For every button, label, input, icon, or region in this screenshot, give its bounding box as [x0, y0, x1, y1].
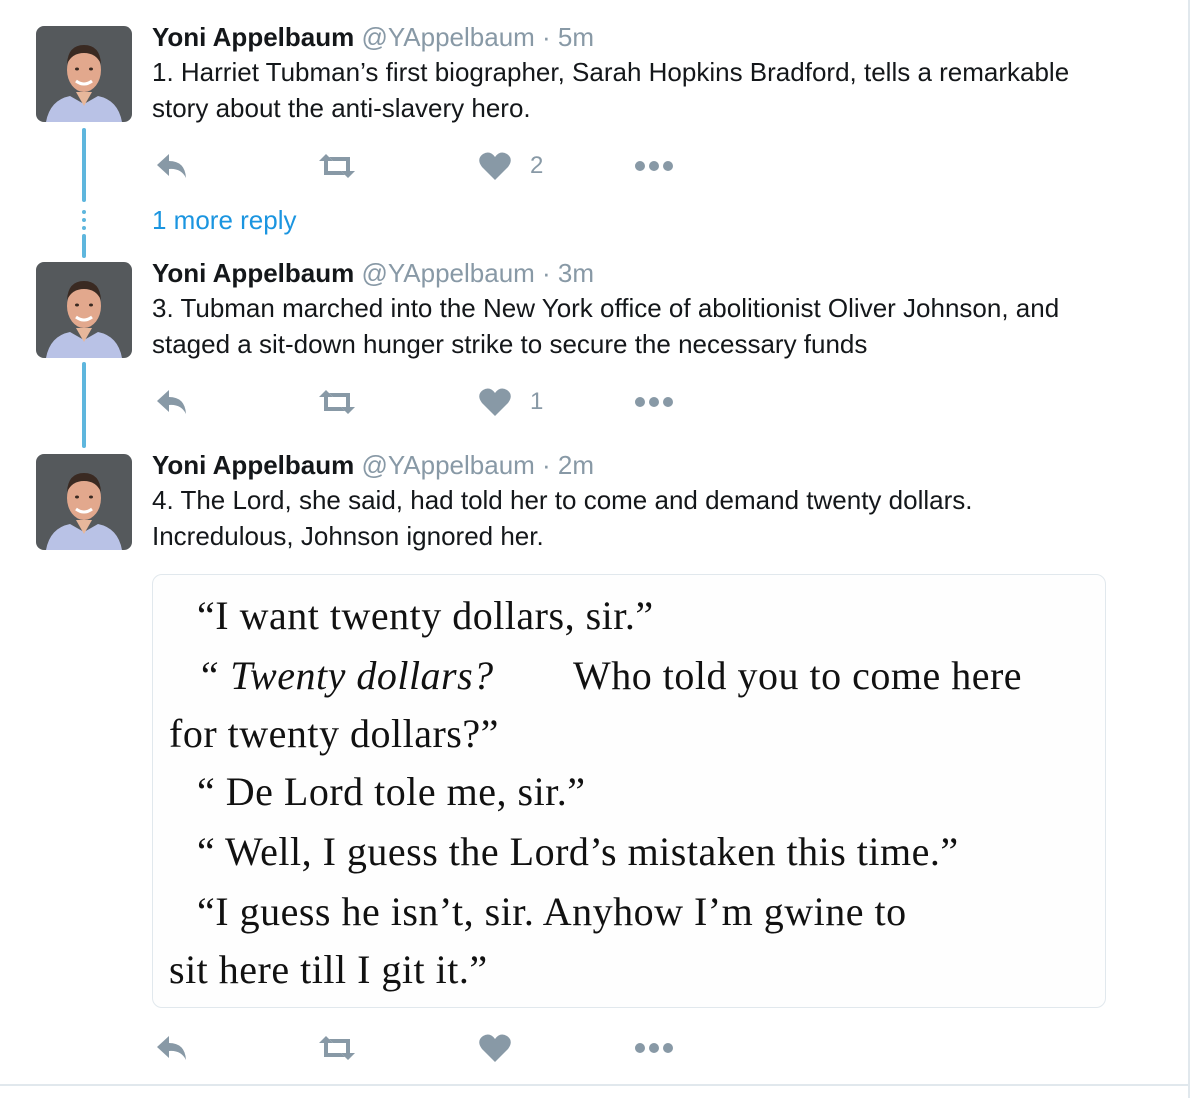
tweet-text: 4. The Lord, she said, had told her to c…	[152, 482, 1172, 554]
quote-line: sit here till I git it.”	[169, 947, 488, 992]
quote-line: “ De Lord tole me, sir.”	[197, 769, 586, 814]
heart-icon	[479, 152, 511, 180]
reply-icon	[157, 1036, 186, 1060]
more-button[interactable]	[634, 1030, 674, 1066]
tweet-actions: 1	[152, 384, 692, 420]
quote-line: “I want twenty dollars, sir.”	[197, 593, 654, 638]
avatar[interactable]	[36, 454, 132, 550]
tweet-text-line: 4. The Lord, she said, had told her to c…	[152, 485, 973, 515]
author-handle-time[interactable]: @YAppelbaum · 5m	[361, 22, 594, 52]
timeline-border-right	[1188, 0, 1190, 1098]
more-icon	[635, 161, 673, 171]
tweet-text-line: 3. Tubman marched into the New York offi…	[152, 293, 1060, 323]
heart-icon	[479, 1034, 511, 1062]
author-handle-time[interactable]: @YAppelbaum · 3m	[361, 258, 594, 288]
reply-button[interactable]	[154, 384, 190, 420]
reply-icon	[157, 154, 186, 178]
retweet-icon	[319, 1036, 355, 1060]
reply-button[interactable]	[154, 148, 190, 184]
timeline-border-bottom	[0, 1084, 1190, 1086]
thread-gap-dot	[82, 226, 86, 230]
retweet-icon	[319, 390, 355, 414]
thread-gap-dot	[82, 218, 86, 222]
avatar-photo	[36, 454, 132, 550]
quote-line: Who told you to come here	[573, 653, 1023, 698]
tweet-actions	[152, 1030, 692, 1066]
tweet-media-image[interactable]: “I want twenty dollars, sir.” “ Twenty d…	[152, 574, 1106, 1008]
tweet-text-line: Incredulous, Johnson ignored her.	[152, 521, 544, 551]
more-icon	[635, 397, 673, 407]
avatar-photo	[36, 26, 132, 122]
avatar[interactable]	[36, 262, 132, 358]
quote-line-italic: “ Twenty dollars?	[197, 653, 494, 698]
thread-line	[82, 234, 86, 258]
tweet-text: 3. Tubman marched into the New York offi…	[152, 290, 1172, 362]
more-icon	[635, 1043, 673, 1053]
like-button[interactable]: 2	[478, 148, 543, 184]
quote-line: “ Well, I guess the Lord’s mistaken this…	[197, 829, 959, 874]
tweet-header: Yoni Appelbaum @YAppelbaum · 2m	[152, 450, 594, 480]
retweet-icon	[319, 154, 355, 178]
thread-gap-dot	[82, 210, 86, 214]
like-count: 1	[530, 388, 544, 415]
tweet-text-line: 1. Harriet Tubman’s first biographer, Sa…	[152, 57, 1070, 87]
quote-line: “ Twenty dollars?	[197, 653, 494, 699]
tweet-text-line: story about the anti-slavery hero.	[152, 93, 531, 123]
more-button[interactable]	[634, 384, 674, 420]
author-name[interactable]: Yoni Appelbaum	[152, 258, 354, 288]
more-reply-link[interactable]: 1 more reply	[152, 205, 297, 236]
reply-button[interactable]	[154, 1030, 190, 1066]
author-name[interactable]: Yoni Appelbaum	[152, 22, 354, 52]
author-name[interactable]: Yoni Appelbaum	[152, 450, 354, 480]
avatar-photo	[36, 262, 132, 358]
heart-icon	[479, 388, 511, 416]
thread-line	[82, 128, 86, 202]
quote-line: for twenty dollars?”	[169, 711, 499, 756]
tweet-text-line: staged a sit-down hunger strike to secur…	[152, 329, 868, 359]
more-button[interactable]	[634, 148, 674, 184]
tweet-header: Yoni Appelbaum @YAppelbaum · 3m	[152, 258, 594, 288]
tweet-header: Yoni Appelbaum @YAppelbaum · 5m	[152, 22, 594, 52]
quote-line: “I guess he isn’t, sir. Anyhow I’m gwine…	[197, 889, 907, 934]
like-button[interactable]: 1	[478, 384, 543, 420]
author-handle-time[interactable]: @YAppelbaum · 2m	[361, 450, 594, 480]
like-count: 2	[530, 152, 544, 179]
thread-line	[82, 362, 86, 448]
retweet-button[interactable]	[316, 1030, 358, 1066]
retweet-button[interactable]	[316, 384, 358, 420]
tweet-text: 1. Harriet Tubman’s first biographer, Sa…	[152, 54, 1172, 126]
retweet-button[interactable]	[316, 148, 358, 184]
tweet-actions: 2	[152, 148, 692, 184]
avatar[interactable]	[36, 26, 132, 122]
reply-icon	[157, 390, 186, 414]
like-button[interactable]	[478, 1030, 530, 1066]
